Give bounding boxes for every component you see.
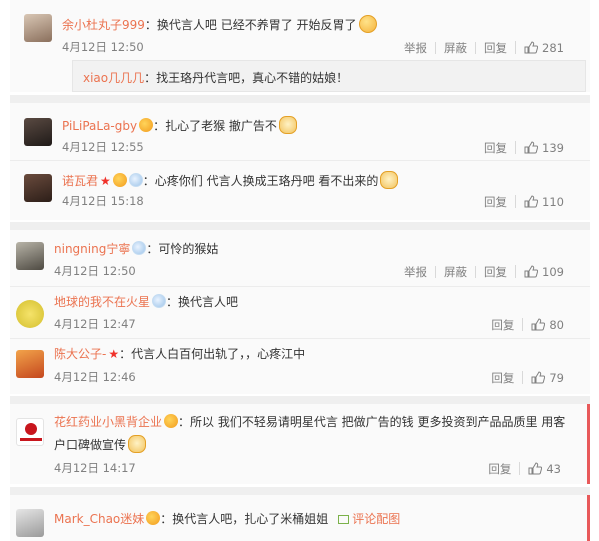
- username[interactable]: Mark_Chao迷妹: [54, 512, 144, 526]
- crescent-badge-icon: [152, 294, 167, 308]
- comment-card: Mark_Chao迷妹 ：换代言人吧，扎心了米桶姐姐 评论配图: [10, 495, 590, 541]
- vip-badge-icon: [146, 511, 161, 525]
- comment-card: 余小杜丸子999：换代言人吧 已经不养胃了 开始反胃了 4月12日 12:50 …: [10, 0, 590, 92]
- doge-emoji-icon: [380, 171, 399, 189]
- timestamp: 4月12日 12:55: [62, 140, 144, 154]
- doge-emoji-icon: [278, 116, 297, 134]
- username[interactable]: ningning宁寧: [54, 242, 130, 256]
- avatar[interactable]: [16, 242, 44, 270]
- like-count: 139: [542, 140, 564, 155]
- like-button[interactable]: 281: [515, 41, 572, 54]
- like-count: 110: [542, 194, 564, 209]
- comment-text: ：扎心了老猴 撤广告不: [153, 119, 277, 133]
- picture-link-label: 评论配图: [352, 512, 401, 526]
- comment-card: 陈大公子- ★：代言人白百何出轨了，，心疼江中 4月12日 12:46 回复 79: [10, 338, 590, 394]
- comment-card: 地球的我不在火星 ：换代言人吧 4月12日 12:47 回复 80: [10, 286, 590, 338]
- reply-button[interactable]: 回复: [475, 265, 515, 278]
- username[interactable]: 余小杜丸子999: [62, 18, 145, 32]
- thumbs-up-icon: [528, 462, 543, 475]
- timestamp: 4月12日 15:18: [62, 194, 144, 208]
- crescent-badge-icon: [132, 241, 147, 255]
- like-count: 80: [549, 317, 564, 332]
- separator: [10, 487, 590, 495]
- like-count: 79: [549, 370, 564, 385]
- thumbs-up-icon: [524, 141, 539, 154]
- reply-text: ：找王珞丹代言吧，真心不错的姑娘！: [144, 71, 349, 85]
- reply-button[interactable]: 回复: [483, 372, 522, 384]
- block-button[interactable]: 屏蔽: [435, 265, 475, 278]
- thumbs-up-icon: [531, 318, 546, 331]
- report-button[interactable]: 举报: [396, 266, 435, 278]
- like-count: 43: [546, 461, 561, 476]
- avatar[interactable]: [24, 174, 52, 202]
- avatar[interactable]: [16, 300, 44, 328]
- thumbs-up-icon: [524, 195, 539, 208]
- username[interactable]: 诺瓦君: [62, 174, 98, 188]
- picture-icon: [338, 515, 350, 524]
- avatar[interactable]: [24, 14, 52, 42]
- separator: [10, 95, 590, 103]
- comment-text: ：换代言人吧，扎心了米桶姐姐: [160, 512, 329, 526]
- comment-text: ：换代言人吧 已经不养胃了 开始反胃了: [144, 18, 357, 32]
- avatar[interactable]: [16, 350, 44, 378]
- comment-text-continued: 户口碑做宣传: [54, 438, 127, 452]
- comment-picture-link[interactable]: 评论配图: [338, 512, 400, 526]
- comment-text: ：换代言人吧: [166, 295, 239, 309]
- separator: [10, 396, 590, 404]
- username[interactable]: 地球的我不在火星: [54, 295, 150, 309]
- like-count: 281: [542, 40, 564, 55]
- star-icon: ★: [108, 347, 120, 361]
- reply-username[interactable]: xiao几几几: [83, 71, 144, 85]
- thumbs-up-icon: [524, 41, 539, 54]
- like-count: 109: [542, 264, 564, 279]
- reply-button[interactable]: 回复: [480, 463, 519, 475]
- vip-badge-icon: [164, 414, 179, 428]
- timestamp: 4月12日 12:50: [62, 40, 144, 54]
- crescent-badge-icon: [128, 173, 143, 187]
- comment-card: 花红药业小黑背企业 ：所以 我们不轻易请明星代言 把做广告的钱 更多投资到产品品质…: [10, 404, 590, 484]
- like-button[interactable]: 139: [515, 141, 572, 154]
- thumbs-up-icon: [531, 371, 546, 384]
- star-icon: ★: [100, 174, 111, 188]
- comment-text: ：心疼你们 代言人换成王珞丹吧 看不出来的: [142, 174, 379, 188]
- timestamp: 4月12日 12:50: [54, 264, 136, 278]
- reply-button[interactable]: 回复: [476, 196, 515, 208]
- comment-text: ：所以 我们不轻易请明星代言 把做广告的钱 更多投资到产品品质里 用客: [178, 415, 566, 429]
- comment-text: ：代言人白百何出轨了，，心疼江中: [119, 347, 306, 361]
- username[interactable]: 陈大公子-: [54, 347, 106, 361]
- avatar[interactable]: [16, 509, 44, 537]
- thumbs-up-icon: [524, 265, 539, 278]
- username[interactable]: PiLiPaLa-gby: [62, 119, 137, 133]
- comment-card: ningning宁寧 ：可怜的猴姑 4月12日 12:50 举报 屏蔽 回复 10…: [10, 230, 590, 286]
- like-button[interactable]: 43: [519, 462, 569, 475]
- like-button[interactable]: 79: [522, 371, 572, 384]
- laughing-cry-emoji-icon: [358, 15, 377, 33]
- like-button[interactable]: 80: [522, 318, 572, 331]
- block-button[interactable]: 屏蔽: [435, 41, 475, 54]
- avatar[interactable]: [16, 418, 44, 446]
- avatar[interactable]: [24, 118, 52, 146]
- timestamp: 4月12日 12:47: [54, 317, 136, 331]
- comment-card: 诺瓦君 ★ ：心疼你们 代言人换成王珞丹吧 看不出来的 4月12日 15:18 回复…: [10, 160, 590, 220]
- doge-emoji-icon: [128, 435, 147, 453]
- brand-logo-icon: [25, 423, 37, 435]
- separator: [10, 222, 590, 230]
- like-button[interactable]: 109: [515, 265, 572, 278]
- reply-button[interactable]: 回复: [475, 41, 515, 54]
- like-button[interactable]: 110: [515, 195, 572, 208]
- reply-button[interactable]: 回复: [476, 142, 515, 154]
- reply-button[interactable]: 回复: [483, 319, 522, 331]
- timestamp: 4月12日 12:46: [54, 370, 136, 384]
- report-button[interactable]: 举报: [396, 42, 435, 54]
- reply-box: xiao几几几：找王珞丹代言吧，真心不错的姑娘！: [72, 60, 586, 92]
- vip-badge-icon: [139, 118, 154, 132]
- comment-card: PiLiPaLa-gby ：扎心了老猴 撤广告不 4月12日 12:55 回复 1…: [10, 103, 590, 160]
- comment-text: ：可怜的猴姑: [146, 242, 219, 256]
- timestamp: 4月12日 14:17: [54, 461, 136, 475]
- username[interactable]: 花红药业小黑背企业: [54, 415, 162, 429]
- vip-badge-icon: [112, 173, 127, 187]
